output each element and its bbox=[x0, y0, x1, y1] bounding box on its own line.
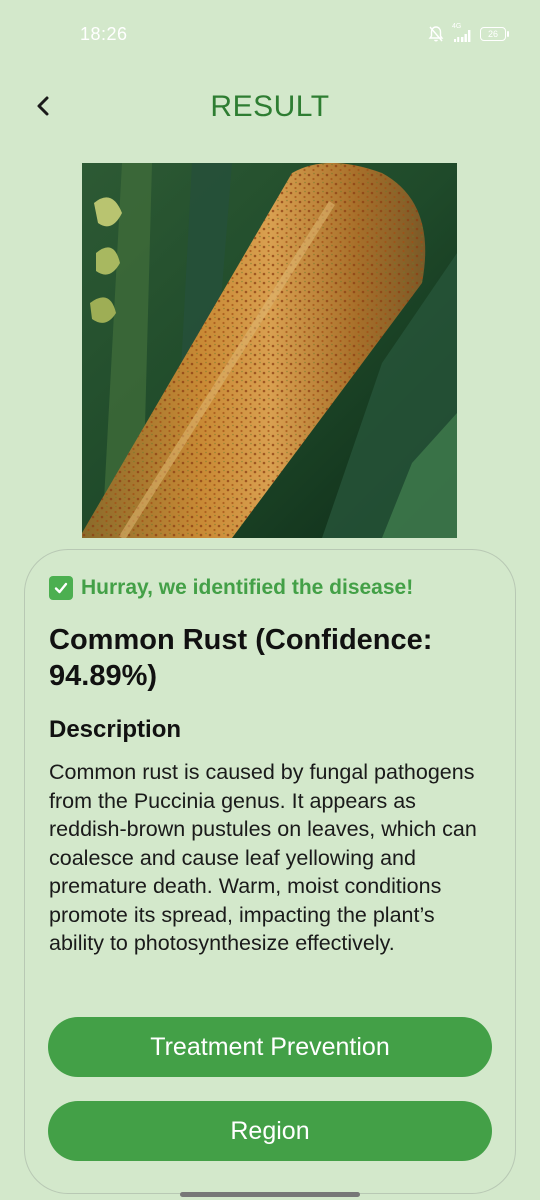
signal-icon: 4G bbox=[452, 23, 472, 43]
page-title: RESULT bbox=[210, 90, 330, 123]
result-card: Hurray, we identified the disease! Commo… bbox=[24, 549, 516, 1194]
home-indicator[interactable] bbox=[180, 1192, 360, 1197]
check-mark-icon bbox=[49, 576, 73, 600]
status-icons: 4G 26 bbox=[428, 22, 509, 46]
status-time: 18:26 bbox=[80, 24, 128, 44]
treatment-prevention-button[interactable]: Treatment Prevention bbox=[48, 1017, 492, 1077]
description-text: Common rust is caused by fungal pathogen… bbox=[49, 760, 477, 955]
status-bar: 18:26 4G 26 bbox=[0, 0, 540, 70]
battery-level: 26 bbox=[487, 28, 498, 39]
bell-muted-icon bbox=[428, 25, 444, 43]
success-message: Hurray, we identified the disease! bbox=[81, 576, 414, 599]
battery-icon: 26 bbox=[480, 27, 509, 41]
region-button[interactable]: Region bbox=[48, 1101, 492, 1161]
app-header: RESULT bbox=[0, 80, 540, 140]
disease-title: Common Rust (Confidence: 94.89%) bbox=[49, 624, 433, 692]
success-banner: Hurray, we identified the disease! bbox=[49, 576, 413, 600]
leaf-photo bbox=[82, 163, 457, 538]
description-heading: Description bbox=[49, 716, 182, 743]
network-label: 4G bbox=[452, 23, 462, 30]
